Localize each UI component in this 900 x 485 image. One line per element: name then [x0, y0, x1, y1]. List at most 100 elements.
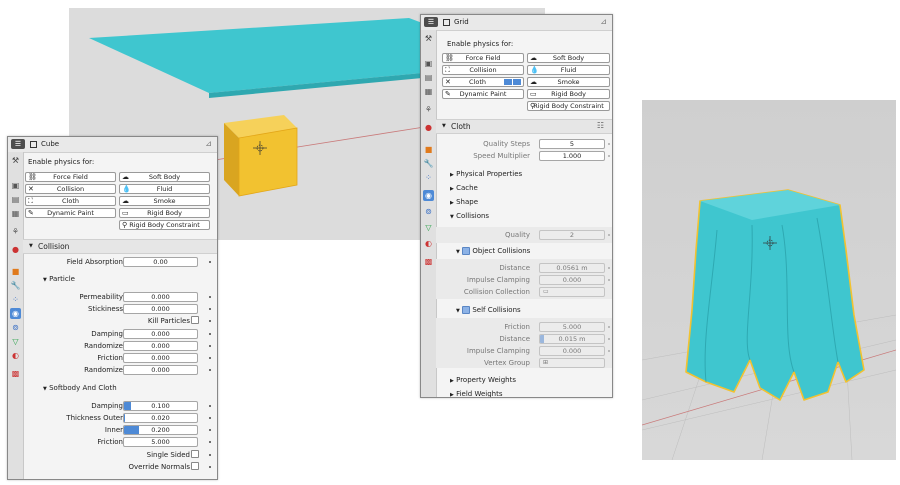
permeability-field[interactable]: 0.000 [123, 292, 198, 302]
self-distance-field[interactable]: 0.015 m [539, 334, 605, 344]
particles-tab-icon[interactable]: ⁘ [10, 294, 21, 305]
particle-damping-field[interactable]: 0.000 [123, 329, 198, 339]
rigid-body-button[interactable]: ▭ Rigid Body [119, 208, 210, 218]
constraints-tab-icon[interactable]: ⊚ [10, 322, 21, 333]
rigid-body-button[interactable]: ▭ Rigid Body [527, 89, 610, 99]
object-collisions-subpanel[interactable]: ▼ Object Collisions [456, 247, 530, 255]
data-tab-icon[interactable]: ▽ [10, 336, 21, 347]
friction-randomize-field[interactable]: 0.000 [123, 365, 198, 375]
force-field-icon: ⛓ [28, 173, 37, 181]
render-tab-icon[interactable]: ▣ [423, 58, 434, 69]
collision-section-header[interactable]: ▼ Collision [23, 239, 217, 254]
physics-tab-icon[interactable]: ◉ [10, 308, 21, 319]
scene-tab-icon[interactable]: ⚘ [10, 226, 21, 237]
pin-icon[interactable]: ⊿ [600, 17, 607, 26]
field-absorption-label: Field Absorption [66, 258, 123, 266]
scene-tab-icon[interactable]: ⚘ [423, 104, 434, 115]
cloth-render-icon[interactable] [513, 79, 521, 85]
object-impulse-clamping-field[interactable]: 0.000 [539, 275, 605, 285]
smoke-button[interactable]: ☁ Smoke [527, 77, 610, 87]
rigid-body-constraint-button[interactable]: ⚲ Rigid Body Constraint [527, 101, 610, 111]
tool-tab-icon[interactable]: ⚒ [10, 155, 21, 166]
render-tab-icon[interactable]: ▣ [10, 180, 21, 191]
modifier-tab-icon[interactable]: 🔧 [423, 158, 434, 169]
vertex-group-field[interactable]: ⊞ [539, 358, 605, 368]
collision-quality-field[interactable]: 2 [539, 230, 605, 240]
physical-properties-subpanel[interactable]: ▶ Physical Properties [450, 170, 522, 178]
enable-physics-label: Enable physics for: [28, 158, 95, 166]
data-tab-icon[interactable]: ▽ [423, 222, 434, 233]
texture-tab-icon[interactable]: ▩ [10, 368, 21, 379]
thickness-outer-slider[interactable]: 0.020 [123, 413, 198, 423]
material-tab-icon[interactable]: ◐ [423, 238, 434, 249]
pin-icon[interactable]: ⊿ [205, 139, 212, 148]
view-layer-tab-icon[interactable]: ▦ [10, 208, 21, 219]
world-tab-icon[interactable]: ● [423, 122, 434, 133]
object-tab-icon[interactable]: ■ [423, 144, 434, 155]
particles-tab-icon[interactable]: ⁘ [423, 172, 434, 183]
softbody-subpanel-header[interactable]: ▼ Softbody And Cloth [43, 384, 117, 392]
self-collisions-checkbox[interactable] [462, 306, 471, 314]
field-absorption-field[interactable]: 0.00 [123, 257, 198, 267]
distance-label: Distance [499, 335, 530, 343]
cloth-section-header[interactable]: ▼ Cloth ☷ [436, 119, 612, 134]
cache-subpanel[interactable]: ▶ Cache [450, 184, 478, 192]
shape-subpanel[interactable]: ▶ Shape [450, 198, 478, 206]
soft-body-button[interactable]: ☁ Soft Body [527, 53, 610, 63]
dynamic-paint-button[interactable]: ✎ Dynamic Paint [25, 208, 116, 218]
quality-steps-field[interactable]: 5 [539, 139, 605, 149]
collision-collection-field[interactable]: ▭ [539, 287, 605, 297]
force-field-button[interactable]: ⛓ Force Field [25, 172, 116, 182]
self-impulse-clamping-field[interactable]: 0.000 [539, 346, 605, 356]
constraints-tab-icon[interactable]: ⊚ [423, 206, 434, 217]
particle-friction-field[interactable]: 0.000 [123, 353, 198, 363]
tool-tab-icon[interactable]: ⚒ [423, 33, 434, 44]
self-collisions-subpanel[interactable]: ▼ Self Collisions [456, 306, 521, 314]
collision-button[interactable]: ✕ Collision [25, 184, 116, 194]
force-field-button[interactable]: ⛓ Force Field [442, 53, 524, 63]
cloth-eye-icon[interactable] [504, 79, 512, 85]
object-collisions-checkbox[interactable] [462, 247, 471, 255]
editor-type-icon[interactable]: ☰ [424, 17, 438, 27]
dynamic-paint-button[interactable]: ✎ Dynamic Paint [442, 89, 524, 99]
material-tab-icon[interactable]: ◐ [10, 350, 21, 361]
editor-type-icon[interactable]: ☰ [11, 139, 25, 149]
soft-body-button[interactable]: ☁ Soft Body [119, 172, 210, 182]
quality-steps-label: Quality Steps [483, 140, 530, 148]
collision-icon: ⛶ [445, 66, 450, 74]
object-tab-icon[interactable]: ■ [10, 266, 21, 277]
cloth-button[interactable]: ⛶ Cloth [25, 196, 116, 206]
softbody-friction-field[interactable]: 5.000 [123, 437, 198, 447]
single-sided-checkbox[interactable] [191, 450, 199, 458]
fluid-button[interactable]: 💧 Fluid [119, 184, 210, 194]
fluid-button[interactable]: 💧 Fluid [527, 65, 610, 75]
viewport-result[interactable] [642, 100, 896, 460]
damping-randomize-field[interactable]: 0.000 [123, 341, 198, 351]
object-distance-field[interactable]: 0.0561 m [539, 263, 605, 273]
smoke-button[interactable]: ☁ Smoke [119, 196, 210, 206]
dynamic-paint-icon: ✎ [445, 90, 451, 98]
output-tab-icon[interactable]: ▤ [423, 72, 434, 83]
modifier-tab-icon[interactable]: 🔧 [10, 280, 21, 291]
property-weights-subpanel[interactable]: ▶ Property Weights [450, 376, 516, 384]
texture-tab-icon[interactable]: ▩ [423, 256, 434, 267]
expand-triangle-icon: ▼ [29, 243, 33, 249]
presets-list-icon[interactable]: ☷ [597, 121, 604, 130]
collision-button[interactable]: ⛶ Collision [442, 65, 524, 75]
world-tab-icon[interactable]: ● [10, 244, 21, 255]
self-friction-field[interactable]: 5.000 [539, 322, 605, 332]
softbody-damping-slider[interactable]: 0.100 [123, 401, 198, 411]
cloth-button[interactable]: ✕ Cloth [442, 77, 524, 87]
thickness-inner-slider[interactable]: 0.200 [123, 425, 198, 435]
particle-subpanel-header[interactable]: ▼ Particle [43, 275, 75, 283]
stickiness-field[interactable]: 0.000 [123, 304, 198, 314]
speed-multiplier-field[interactable]: 1.000 [539, 151, 605, 161]
output-tab-icon[interactable]: ▤ [10, 194, 21, 205]
field-weights-subpanel[interactable]: ▶ Field Weights [450, 390, 503, 397]
override-normals-checkbox[interactable] [191, 462, 199, 470]
physics-tab-icon[interactable]: ◉ [423, 190, 434, 201]
view-layer-tab-icon[interactable]: ▦ [423, 86, 434, 97]
rigid-body-constraint-button[interactable]: ⚲ Rigid Body Constraint [119, 220, 210, 230]
collisions-subpanel[interactable]: ▼ Collisions [450, 212, 489, 220]
kill-particles-checkbox[interactable] [191, 316, 199, 324]
